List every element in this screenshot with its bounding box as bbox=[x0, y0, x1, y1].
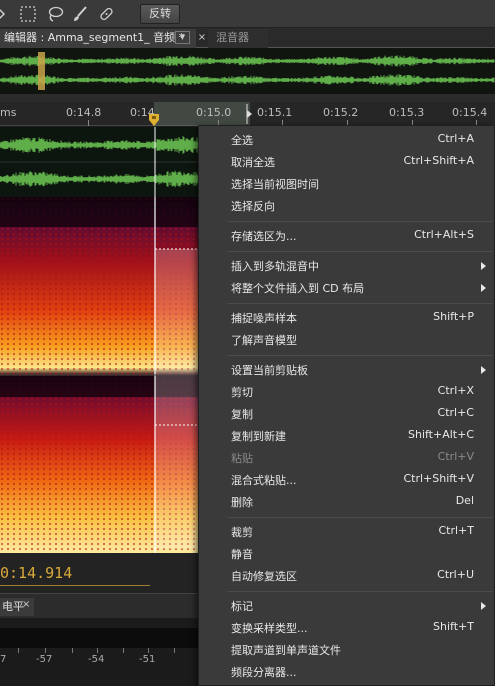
tab-dropdown-button[interactable]: ▼ bbox=[175, 31, 190, 44]
menu-item-copy-to-new[interactable]: 复制到新建 Shift+Alt+C bbox=[199, 425, 494, 447]
ruler-tick-label: 0:15.0 bbox=[196, 106, 232, 119]
menu-item-save-selection-as[interactable]: 存储选区为... Ctrl+Alt+S bbox=[199, 225, 494, 247]
menu-item-crop[interactable]: 裁剪 Ctrl+T bbox=[199, 521, 494, 543]
menu-item-delete[interactable]: 删除 Del bbox=[199, 491, 494, 513]
menu-item-copy[interactable]: 复制 Ctrl+C bbox=[199, 403, 494, 425]
marquee-select-icon[interactable] bbox=[19, 5, 37, 23]
lasso-icon[interactable] bbox=[46, 5, 64, 23]
reverse-button[interactable]: 反转 bbox=[140, 4, 180, 24]
menu-separator bbox=[227, 303, 493, 304]
menu-separator bbox=[227, 251, 493, 252]
menu-item-insert-into-cd-layout[interactable]: 将整个文件插入到 CD 布局 bbox=[199, 277, 494, 299]
menu-item-silence[interactable]: 静音 bbox=[199, 543, 494, 565]
overview-waveform[interactable] bbox=[0, 48, 495, 94]
menu-item-select-all[interactable]: 全选 Ctrl+A bbox=[199, 129, 494, 151]
tab-editor-label: 编辑器 : Amma_segment1_ 音频 * bbox=[4, 31, 185, 44]
menu-item-extract-channels-to-mono[interactable]: 提取声道到单声道文件 bbox=[199, 639, 494, 661]
overview-scrollbar[interactable] bbox=[0, 94, 495, 102]
menu-item-select-view-time[interactable]: 选择当前视图时间 bbox=[199, 173, 494, 195]
menu-item-set-current-clipboard[interactable]: 设置当前剪贴板 bbox=[199, 359, 494, 381]
menu-separator bbox=[227, 355, 493, 356]
ruler-tick-label: 0:15.2 bbox=[323, 106, 359, 119]
menu-item-learn-sound-model[interactable]: 了解声音模型 bbox=[199, 329, 494, 351]
menu-item-markers[interactable]: 标记 bbox=[199, 595, 494, 617]
playhead-marker-icon[interactable] bbox=[149, 114, 159, 126]
tab-level-close-icon[interactable]: × bbox=[22, 599, 30, 610]
menu-item-mix-paste[interactable]: 混合式粘贴... Ctrl+Shift+V bbox=[199, 469, 494, 491]
db-tick-label: -54 bbox=[88, 654, 105, 665]
selection-end-handle-icon[interactable] bbox=[246, 104, 254, 124]
current-time-display[interactable]: 0:14.914 bbox=[0, 564, 72, 582]
submenu-arrow-icon bbox=[481, 284, 486, 292]
spot-healing-icon[interactable] bbox=[97, 5, 115, 23]
menu-item-frequency-band-splitter[interactable]: 频段分离器... bbox=[199, 661, 494, 683]
submenu-arrow-icon bbox=[481, 602, 486, 610]
menu-separator bbox=[227, 221, 493, 222]
menu-item-cut[interactable]: 剪切 Ctrl+X bbox=[199, 381, 494, 403]
menu-item-capture-noise-print[interactable]: 捕捉噪声样本 Shift+P bbox=[199, 307, 494, 329]
context-menu: 全选 Ctrl+A 取消全选 Ctrl+Shift+A 选择当前视图时间 选择反… bbox=[198, 125, 495, 686]
menu-item-invert-selection[interactable]: 选择反向 bbox=[199, 195, 494, 217]
tab-close-icon[interactable]: × bbox=[196, 29, 208, 48]
db-tick-label-partial: 7 bbox=[0, 654, 7, 665]
menu-item-deselect-all[interactable]: 取消全选 Ctrl+Shift+A bbox=[199, 151, 494, 173]
submenu-arrow-icon bbox=[481, 262, 486, 270]
db-tick-label: -51 bbox=[139, 654, 156, 665]
menu-separator bbox=[227, 591, 493, 592]
ruler-tick-label: 0:15.4 bbox=[452, 106, 488, 119]
toolbar: 反转 bbox=[0, 0, 495, 28]
time-underline bbox=[0, 585, 150, 586]
time-ruler[interactable]: ms 0:14.8 0:14 0:15.0 0:15.1 0:15.2 0:15… bbox=[0, 102, 495, 126]
level-meter-bar bbox=[0, 628, 200, 648]
menu-item-convert-sample-type[interactable]: 变换采样类型... Shift+T bbox=[199, 617, 494, 639]
ruler-unit-label: ms bbox=[0, 106, 17, 119]
partial-tool-icon[interactable] bbox=[0, 5, 12, 23]
tab-editor[interactable]: 编辑器 : Amma_segment1_ 音频 * bbox=[0, 29, 196, 48]
document-tabbar: 编辑器 : Amma_segment1_ 音频 * ▼ × 混音器 bbox=[0, 28, 495, 48]
db-tick-label: -57 bbox=[36, 654, 53, 665]
menu-separator bbox=[227, 517, 493, 518]
ruler-tick-label: 0:15.1 bbox=[257, 106, 293, 119]
overview-wave-graphic bbox=[0, 48, 495, 94]
menu-item-paste: 粘贴 Ctrl+V bbox=[231, 450, 474, 465]
submenu-arrow-icon bbox=[481, 366, 486, 374]
tab-level-label: 电平 bbox=[2, 600, 24, 613]
brush-icon[interactable] bbox=[71, 5, 89, 23]
tab-mixer[interactable]: 混音器 bbox=[208, 29, 268, 48]
menu-item-auto-heal-selection[interactable]: 自动修复选区 Ctrl+U bbox=[199, 565, 494, 587]
ruler-tick-label: 0:15.3 bbox=[389, 106, 425, 119]
menu-item-insert-into-multitrack[interactable]: 插入到多轨混音中 bbox=[199, 255, 494, 277]
ruler-tick-label: 0:14.8 bbox=[66, 106, 102, 119]
